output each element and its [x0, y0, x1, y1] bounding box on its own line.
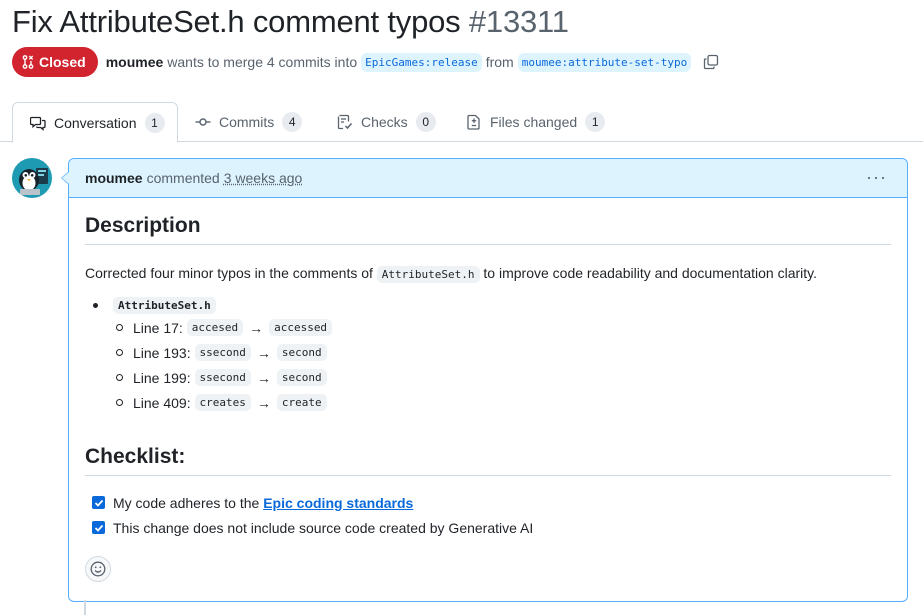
checklist-item: My code adheres to the Epic coding stand… — [85, 490, 891, 515]
tab-checks-count: 0 — [415, 112, 436, 132]
coding-standards-link[interactable]: Epic coding standards — [263, 495, 413, 511]
comment-author-link[interactable]: moumee — [85, 170, 143, 186]
para-before: Corrected four minor typos in the commen… — [85, 265, 373, 281]
tab-files-changed-label: Files changed — [490, 114, 578, 130]
from-text: from — [485, 54, 514, 70]
checklist-icon — [337, 114, 353, 130]
file-diff-icon — [467, 114, 480, 130]
check-icon — [94, 499, 103, 507]
fix-line: Line 193: — [133, 344, 191, 361]
fix-line: Line 409: — [133, 394, 191, 411]
checklist-item: This change does not include source code… — [85, 515, 891, 540]
tab-commits[interactable]: Commits 4 — [195, 102, 303, 142]
tab-conversation-count: 1 — [144, 112, 165, 133]
fix-from: accesed — [186, 319, 244, 336]
pr-description-comment: moumee commented 3 weeks ago ··· Descrip… — [68, 158, 908, 602]
comment-header: moumee commented 3 weeks ago ··· — [69, 159, 907, 198]
comment-body: Description Corrected four minor typos i… — [69, 214, 907, 582]
bullet-circle — [116, 349, 123, 356]
pr-merge-text: wants to merge 4 commits into — [167, 54, 358, 70]
copy-icon — [704, 54, 719, 70]
tab-checks-label: Checks — [361, 114, 408, 130]
check-icon — [94, 524, 103, 532]
git-pull-request-closed-icon — [22, 55, 34, 69]
fix-from: ssecond — [194, 369, 251, 386]
checklist-heading: Checklist: — [85, 445, 891, 476]
arrow-text: → — [249, 319, 264, 336]
tab-conversation-label: Conversation — [54, 114, 137, 131]
comment-pointer-fill — [62, 172, 69, 184]
pr-tabs: Conversation 1 Commits 4 Checks 0 Files … — [0, 102, 923, 143]
para-after: to improve code readability and document… — [483, 265, 817, 281]
tab-commits-count: 4 — [282, 112, 303, 132]
pr-title-text: Fix AttributeSet.h comment typos — [12, 4, 461, 39]
typo-list: AttributeSet.h Line 17: accesed → access… — [85, 295, 891, 415]
checked-checkbox[interactable] — [92, 496, 105, 509]
add-reaction-button[interactable] — [85, 556, 111, 582]
fix-to: second — [276, 369, 327, 386]
fix-to: create — [276, 394, 327, 411]
pr-author-link[interactable]: moumee — [106, 54, 164, 70]
arrow-text: → — [256, 369, 271, 386]
timeline-line — [84, 600, 86, 615]
bullet-circle — [116, 374, 123, 381]
fix-from: creates — [194, 394, 251, 411]
description-heading: Description — [85, 214, 891, 245]
list-item-file: AttributeSet.h — [85, 295, 891, 315]
list-item: Line 199: ssecond → second — [85, 365, 891, 390]
inline-code: AttributeSet.h — [376, 266, 480, 283]
tab-checks[interactable]: Checks 0 — [337, 102, 436, 142]
list-item: Line 17: accesed → accessed — [85, 315, 891, 340]
fix-line: Line 17: — [133, 319, 183, 336]
fix-from: ssecond — [194, 344, 251, 361]
base-branch[interactable]: EpicGames:release — [361, 52, 482, 72]
pr-number: #13311 — [468, 4, 569, 39]
smiley-icon — [90, 561, 106, 577]
penguin-avatar-icon — [19, 168, 48, 195]
description-paragraph: Corrected four minor typos in the commen… — [85, 263, 891, 285]
comment-action: commented — [146, 170, 220, 186]
check2-text: This change does not include source code… — [113, 519, 534, 536]
checked-checkbox[interactable] — [92, 521, 105, 534]
check1-text: My code adheres to the — [113, 494, 260, 511]
bullet-dot — [93, 302, 98, 308]
fix-line: Line 199: — [133, 369, 191, 386]
bullet-circle — [116, 324, 123, 331]
list-item: Line 193: ssecond → second — [85, 340, 891, 365]
list-item: Line 409: creates → create — [85, 390, 891, 415]
copy-branch-button[interactable] — [703, 54, 719, 70]
fix-to: second — [276, 344, 327, 361]
fix-to: accessed — [269, 319, 333, 336]
arrow-text: → — [256, 394, 271, 411]
avatar[interactable] — [12, 158, 52, 198]
file-code: AttributeSet.h — [113, 296, 216, 314]
head-branch[interactable]: moumee:attribute-set-typo — [517, 52, 692, 72]
pr-title: Fix AttributeSet.h comment typos #13311 — [12, 4, 569, 40]
git-commit-icon — [195, 118, 211, 126]
tab-files-changed[interactable]: Files changed 1 — [466, 102, 606, 142]
checklist: My code adheres to the Epic coding stand… — [85, 490, 891, 540]
tab-files-changed-count: 1 — [585, 112, 606, 132]
comment-discussion-icon — [30, 116, 46, 131]
arrow-text: → — [256, 344, 271, 361]
status-label: Closed — [39, 54, 86, 70]
bullet-circle — [116, 399, 123, 406]
comment-timestamp[interactable]: 3 weeks ago — [224, 170, 303, 186]
pr-meta: Closed moumee wants to merge 4 commits i… — [12, 47, 719, 77]
tab-commits-label: Commits — [219, 114, 275, 130]
kebab-horizontal-icon[interactable]: ··· — [866, 168, 887, 186]
tab-conversation[interactable]: Conversation 1 — [12, 102, 178, 143]
status-badge: Closed — [12, 47, 98, 77]
